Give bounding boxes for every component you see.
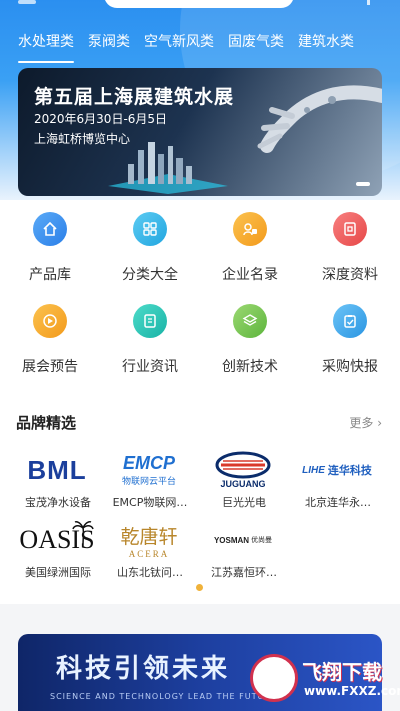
quick-menu: 产品库 分类大全 企业名录 深度资料 展会预告 行业资讯 创新技术 采购快报 bbox=[0, 200, 400, 394]
brand-item[interactable]: BML 宝茂净水设备 bbox=[12, 450, 104, 520]
category-tabs: 水处理类 泵阀类 空气新风类 固废气类 建筑水类 bbox=[0, 30, 400, 63]
tab-water-treatment[interactable]: 水处理类 bbox=[18, 30, 74, 63]
menu-label: 展会预告 bbox=[22, 359, 78, 375]
brand-logo: BML bbox=[27, 454, 87, 485]
brand-logo: 乾唐轩 ACERA bbox=[120, 525, 178, 559]
palm-tree-icon bbox=[72, 521, 94, 546]
brand-logo: OASIS bbox=[12, 520, 102, 560]
tab-building-water[interactable]: 建筑水类 bbox=[298, 30, 354, 60]
menu-item-in-depth-data[interactable]: 深度资料 bbox=[300, 200, 400, 290]
brand-name: 山东北钛问… bbox=[117, 566, 183, 579]
watermark-text: 飞翔下载 bbox=[302, 660, 382, 684]
watermark-icon bbox=[250, 654, 298, 702]
watermark-logo: 飞翔下载 www.FXXZ.com bbox=[250, 654, 400, 704]
header: 水处理类 泵阀类 空气新风类 固废气类 建筑水类 第五届上海展建筑水展 2020… bbox=[0, 0, 400, 200]
menu-item-procurement-bulletin[interactable]: 采购快报 bbox=[300, 292, 400, 382]
robot-hand-image bbox=[257, 85, 382, 153]
brand-name: 美国绿洲国际 bbox=[25, 566, 91, 579]
menu-label: 企业名录 bbox=[222, 267, 278, 283]
menu-label: 创新技术 bbox=[222, 359, 278, 375]
section-title: 品牌精选 bbox=[16, 414, 77, 432]
tab-solid-waste[interactable]: 固废气类 bbox=[228, 30, 284, 60]
menu-label: 产品库 bbox=[29, 267, 71, 283]
watermark-url: www.FXXZ.com bbox=[304, 684, 400, 698]
menu-label: 采购快报 bbox=[322, 359, 378, 375]
grid-icon bbox=[133, 212, 167, 246]
banner-place: 上海虹桥博览中心 bbox=[34, 132, 131, 146]
page-indicator-dot bbox=[196, 584, 203, 591]
banner-title: 第五届上海展建筑水展 bbox=[34, 86, 235, 108]
brand-item[interactable]: 乾唐轩 ACERA 山东北钛问… bbox=[104, 520, 196, 590]
document-icon bbox=[333, 212, 367, 246]
news-icon bbox=[133, 304, 167, 338]
brand-item[interactable]: EMCP 物联网云平台 EMCP物联网… bbox=[104, 450, 196, 520]
layers-icon bbox=[233, 304, 267, 338]
menu-label: 行业资讯 bbox=[122, 359, 178, 375]
menu-label: 深度资料 bbox=[322, 267, 378, 283]
promo-title: 科技引领未来 bbox=[56, 654, 231, 684]
exhibition-banner[interactable]: 第五届上海展建筑水展 2020年6月30日-6月5日 上海虹桥博览中心 bbox=[18, 68, 382, 196]
brand-item[interactable]: YOSMAN 优尚曼 江苏嘉恒环… bbox=[198, 520, 290, 590]
brand-name: 巨光光电 bbox=[222, 496, 266, 509]
banner-date: 2020年6月30日-6月5日 bbox=[34, 112, 168, 126]
brand-name: EMCP物联网… bbox=[112, 496, 188, 509]
brand-item[interactable]: OASIS 美国绿洲国际 bbox=[12, 520, 104, 590]
menu-item-exhibition-preview[interactable]: 展会预告 bbox=[0, 292, 100, 382]
menu-item-industry-news[interactable]: 行业资讯 bbox=[100, 292, 200, 382]
menu-item-categories[interactable]: 分类大全 bbox=[100, 200, 200, 290]
more-link[interactable]: 更多 › bbox=[349, 414, 382, 431]
home-icon bbox=[33, 212, 67, 246]
juguang-ring-icon bbox=[215, 451, 271, 479]
brand-name: 北京连华永… bbox=[305, 496, 371, 509]
brand-logo: EMCP 物联网云平台 bbox=[121, 453, 176, 487]
building-icon bbox=[233, 212, 267, 246]
brand-logo: YOSMAN 优尚曼 bbox=[213, 535, 273, 545]
banner-page-indicator bbox=[356, 182, 370, 186]
clipboard-icon bbox=[333, 304, 367, 338]
menu-item-company-directory[interactable]: 企业名录 bbox=[200, 200, 300, 290]
search-input[interactable] bbox=[104, 0, 294, 8]
menu-icon[interactable] bbox=[18, 0, 36, 4]
brand-section: 品牌精选 更多 › BML 宝茂净水设备 EMCP 物联网云平台 EMCP物联网… bbox=[0, 394, 400, 604]
brand-name: 江苏嘉恒环… bbox=[211, 566, 277, 579]
brand-logo: LIHE 连华科技 bbox=[302, 464, 372, 477]
brand-name: 宝茂净水设备 bbox=[25, 496, 91, 509]
message-icon[interactable] bbox=[367, 0, 370, 5]
tab-pumps-valves[interactable]: 泵阀类 bbox=[88, 30, 130, 60]
calendar-icon bbox=[33, 304, 67, 338]
tab-air-ventilation[interactable]: 空气新风类 bbox=[144, 30, 214, 60]
brand-item[interactable]: JUGUANG 巨光光电 bbox=[198, 450, 290, 520]
brand-item[interactable]: LIHE 连华科技 北京连华永… bbox=[292, 450, 384, 520]
brand-logo: JUGUANG bbox=[198, 450, 288, 490]
menu-item-innovation-tech[interactable]: 创新技术 bbox=[200, 292, 300, 382]
menu-label: 分类大全 bbox=[122, 267, 178, 283]
promo-subtitle: SCIENCE AND TECHNOLOGY LEAD THE FUTURE bbox=[50, 692, 277, 701]
menu-item-product-library[interactable]: 产品库 bbox=[0, 200, 100, 290]
